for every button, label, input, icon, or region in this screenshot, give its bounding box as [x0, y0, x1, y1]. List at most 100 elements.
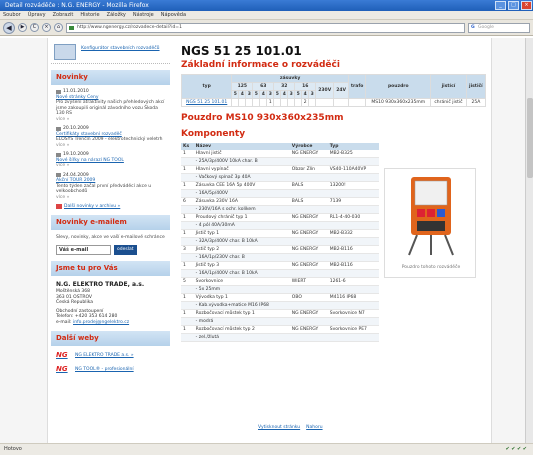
cell-maker: [289, 173, 328, 182]
web-link[interactable]: NG TOOL® - profesionální: [75, 367, 134, 372]
pole-header: 4: [301, 90, 310, 99]
table-row: 1 Jistič typ 1 NG ENERGY MB2-B332: [181, 229, 379, 238]
cell-name: - modrá: [193, 317, 290, 326]
table-row: - 16A/1p/400V char. B 10kA: [181, 269, 379, 278]
col-header: jistící: [430, 74, 467, 99]
cell: 25A: [465, 98, 487, 107]
cell-ks: [181, 205, 194, 214]
close-button[interactable]: ×: [521, 1, 532, 10]
cell-type: M4116 IP68: [327, 293, 379, 302]
cell-name: Zásuvka CEE 16A 5p 400V: [193, 181, 290, 190]
cell-type: MB2-B325: [327, 150, 379, 158]
sub-header: 230V: [315, 82, 335, 99]
web-link-item[interactable]: NG NG ELEKTRO TRADE a.s. »: [56, 350, 167, 360]
cell: 2: [301, 98, 310, 107]
product-code: NGS 51 25 101.01: [181, 44, 302, 58]
vertical-scrollbar[interactable]: [525, 38, 533, 443]
pole-header: 3: [308, 90, 317, 99]
news-more-link[interactable]: více »: [56, 117, 167, 123]
cell-name: - 16A/1p/400V char. B 10kA: [193, 269, 290, 278]
news-more-link[interactable]: více »: [56, 143, 167, 149]
news-heading: Novinky: [51, 70, 170, 85]
cell-ks: [181, 301, 194, 310]
pole-header: 5: [252, 90, 261, 99]
url-input[interactable]: http://www.ngenergy.cz/rozvadece-detail?…: [66, 22, 465, 33]
cell-ks: 1: [181, 213, 194, 222]
cell-maker: [289, 253, 328, 262]
send-button[interactable]: odeslat: [114, 245, 137, 255]
back-icon[interactable]: ◀: [3, 21, 15, 34]
cell-ks: 1: [181, 261, 194, 270]
print-link[interactable]: Vytisknout stránku: [258, 425, 300, 430]
search-input[interactable]: Google: [468, 22, 530, 33]
news-date: 19.10.2009: [56, 152, 167, 158]
cell-type: RL1-4-40-030: [327, 213, 379, 222]
table-row: 1 Rozbočovací můstek typ 2 NG ENERGY Svorko…: [181, 325, 379, 334]
stop-icon[interactable]: ×: [42, 23, 51, 32]
cell-ks: 1: [181, 309, 194, 318]
cell-type: MB2-B332: [327, 229, 379, 238]
news-more-link[interactable]: více »: [56, 195, 167, 201]
table-row: 1 Jistič typ 3 NG ENERGY MB2-B116: [181, 261, 379, 270]
cell-ks: [181, 253, 194, 262]
configurator-link[interactable]: Konfigurátor stavebních rozvaděčů: [81, 46, 161, 51]
newsletter-form: Váš e-mail odeslat: [56, 245, 167, 255]
cell-maker: NG ENERGY: [289, 325, 328, 334]
news-archive-link[interactable]: Další novinky v archivu »: [56, 204, 167, 209]
news-item: 11.01.2010 Nové stránky Ceny Pro zvýšení…: [56, 89, 167, 122]
configurator-banner[interactable]: Konfigurátor stavebních rozvaděčů: [51, 42, 170, 64]
menu-help[interactable]: Nápověda: [161, 11, 186, 19]
menu-tools[interactable]: Nástroje: [133, 11, 154, 19]
housing-heading: Pouzdro MS10 930x360x235mm: [181, 113, 344, 123]
cell-ks: 1: [181, 229, 194, 238]
cell-maker: NG ENERGY: [289, 229, 328, 238]
cell-type: Svorkovnice N7: [327, 309, 379, 318]
cell-ks: [181, 269, 194, 278]
scrollbar-thumb[interactable]: [527, 98, 533, 178]
cell-type: [327, 317, 379, 326]
home-icon[interactable]: ⌂: [54, 23, 63, 32]
menu-history[interactable]: Historie: [80, 11, 99, 19]
ng-logo-icon: NG: [56, 351, 68, 359]
menu-bookmarks[interactable]: Záložky: [107, 11, 126, 19]
cell-type: 1261-6: [327, 277, 379, 286]
cell-type: [327, 333, 379, 342]
news-more-link[interactable]: více »: [56, 163, 167, 169]
news-text: Pro zvýšení atraktivity našich přehledov…: [56, 100, 165, 116]
forward-icon[interactable]: ▶: [18, 23, 27, 32]
web-link-item[interactable]: NG NG TOOL® - profesionální: [56, 364, 167, 374]
cell-type: 13200!: [327, 181, 379, 190]
cell-type: [327, 237, 379, 246]
news-date: 24.04.2009: [56, 173, 167, 179]
cell-maker: [289, 205, 328, 214]
email-field[interactable]: Váš e-mail: [56, 245, 111, 255]
news-text: Tento týden začal první předváděcí akce …: [56, 183, 152, 195]
menu-file[interactable]: Soubor: [3, 11, 21, 19]
menu-view[interactable]: Zobrazit: [53, 11, 74, 19]
cell-name: Jistič typ 2: [193, 245, 290, 254]
cell-ks: [181, 317, 194, 326]
cell-maker: [289, 333, 328, 342]
minimize-button[interactable]: _: [495, 1, 506, 10]
menu-edit[interactable]: Úpravy: [28, 11, 46, 19]
cell-maker: NG ENERGY: [289, 150, 328, 158]
type-link[interactable]: NGS 51 25 101.01: [180, 98, 233, 107]
cell-type: MB2-B116: [327, 261, 379, 270]
email-link[interactable]: info.prodej@ngelektro.cz: [73, 320, 129, 325]
col-header: typ: [180, 74, 233, 99]
table-row: - 16A/5p/400V: [181, 189, 379, 198]
cell-maker: NG ENERGY: [289, 245, 328, 254]
web-link[interactable]: NG ELEKTRO TRADE a.s. »: [75, 353, 134, 358]
reload-icon[interactable]: C: [30, 23, 39, 32]
basic-info-table: typ zásuvky trafo pouzdro jistící jistič…: [180, 74, 487, 107]
cell-ks: 1: [181, 181, 194, 190]
top-link[interactable]: Nahoru: [306, 425, 322, 430]
cabinet-image[interactable]: [403, 175, 459, 257]
status-bar: Hotovo ✔ ✔ ✔ ✔: [0, 443, 533, 455]
cell-name: - 230V/16A s ochr. kolíkem: [193, 205, 290, 214]
cell-name: - 32A/3p/400V char. B 10kA: [193, 237, 290, 246]
components-heading: Komponenty: [181, 129, 246, 139]
window-title: Detail rozváděče : N.G. ENERGY - Mozilla…: [5, 2, 149, 9]
maximize-button[interactable]: □: [508, 1, 519, 10]
cell-type: [327, 221, 379, 230]
